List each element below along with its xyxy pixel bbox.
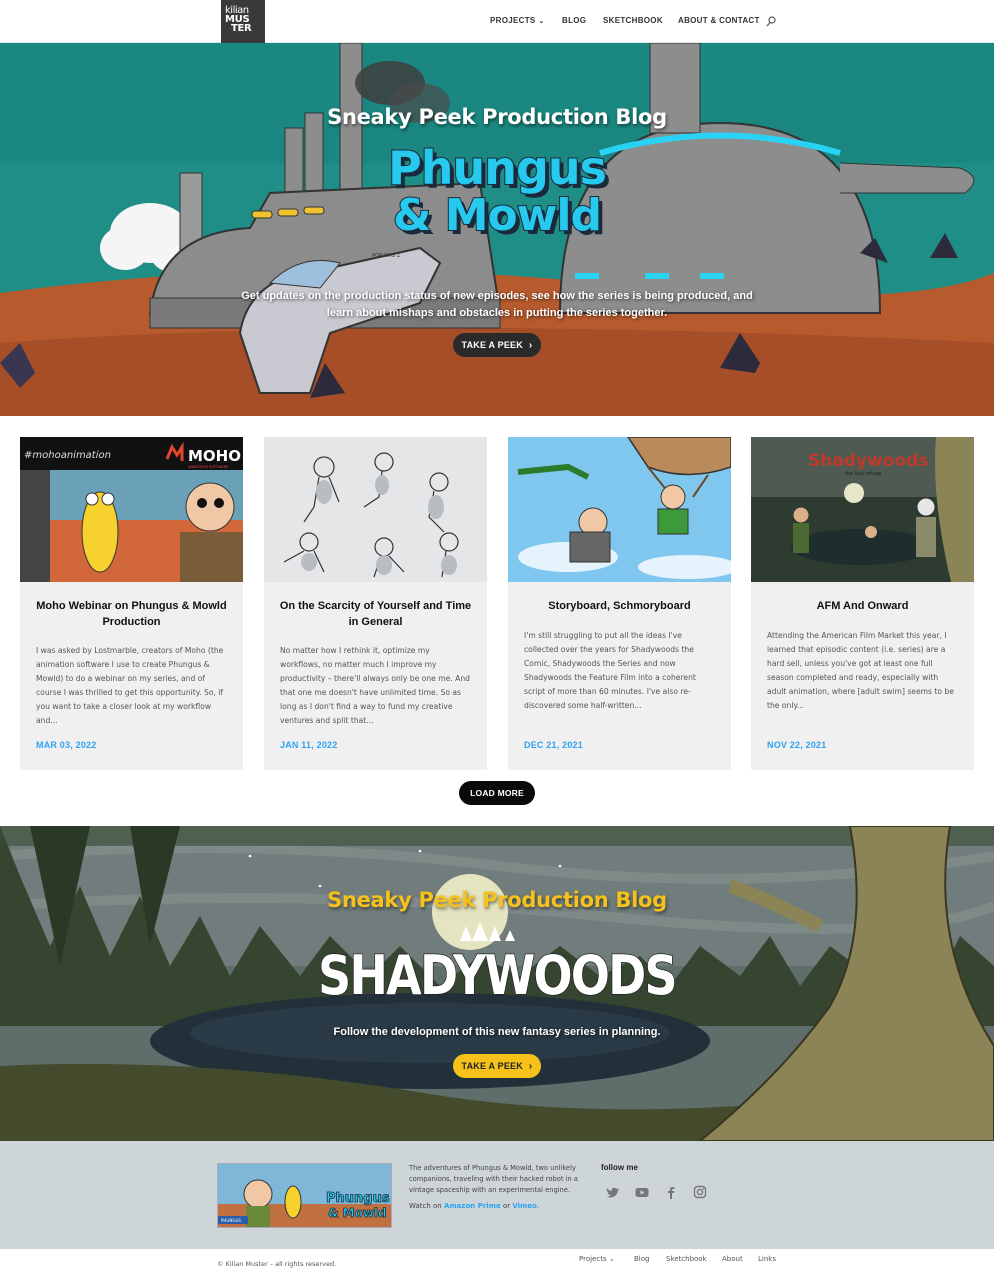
chevron-right-icon: › [528, 1060, 533, 1072]
watch-or: or [500, 1202, 513, 1210]
footer-nav-links[interactable]: Links [758, 1255, 776, 1263]
footer-widgets: PHUNGUS Phungus & Mowld The adventures o… [0, 1141, 994, 1249]
hero1-logo-line-2: & Mowld [392, 190, 603, 241]
post-date: JAN 11, 2022 [280, 740, 338, 750]
shadywoods-thumb-sub: the last refuge [845, 471, 882, 477]
post-thumbnail-storyboard[interactable] [508, 437, 731, 582]
post-card[interactable]: Storyboard, Schmoryboard I'm still strug… [508, 437, 731, 770]
hero-shadywoods: Sneaky Peek Production Blog SHADYWOODS F… [0, 826, 994, 1141]
hero1-take-a-peek-button[interactable]: TAKE A PEEK › [453, 333, 541, 357]
hero2-description: Follow the development of this new fanta… [333, 1026, 661, 1038]
post-date: NOV 22, 2021 [767, 740, 827, 750]
hero1-logo-line-1: Phungus [387, 141, 608, 195]
footer-promo-image[interactable]: PHUNGUS Phungus & Mowld [217, 1163, 392, 1228]
footer-nav-sketchbook[interactable]: Sketchbook [666, 1255, 707, 1263]
facebook-icon[interactable] [664, 1185, 678, 1199]
post-thumbnail-shadywoods[interactable]: Shadywoods the last refuge [751, 437, 974, 582]
hero1-button-label: TAKE A PEEK [461, 340, 523, 350]
shadywoods-thumb-logo: Shadywoods [808, 451, 928, 471]
footer-img-logo-1: Phungus [326, 1191, 390, 1206]
hero2-logo: SHADYWOODS [317, 943, 678, 1008]
post-excerpt: No matter how I rethink it, optimize my … [280, 646, 470, 725]
hero2-button-label: TAKE A PEEK [461, 1061, 523, 1071]
post-thumbnail-image: Shadywoods the last refuge [751, 437, 974, 582]
chevron-right-icon: › [528, 339, 533, 351]
site-header: kilian MUS TER PROJECTS ⌄ BLOG SKETCHBOOK… [0, 0, 994, 43]
post-title[interactable]: Storyboard, Schmoryboard [522, 598, 717, 614]
post-title[interactable]: On the Scarcity of Yourself and Time in … [278, 598, 473, 630]
thumb-caption: #mohoanimation [24, 450, 111, 461]
footer-about-text: The adventures of Phungus & Mowld, two u… [409, 1164, 578, 1194]
post-date: DEC 21, 2021 [524, 740, 583, 750]
watch-suffix: . [536, 1202, 540, 1210]
footer-nav-projects[interactable]: Projects ⌄ [579, 1255, 615, 1263]
moho-brand-sub: ANIMATION SOFTWARE [188, 465, 228, 469]
ship-label: PON KHO Z [372, 253, 401, 259]
twitter-icon[interactable] [606, 1185, 620, 1199]
moho-brand: MOHO [188, 447, 241, 465]
hero1-description: Get updates on the production status of … [241, 290, 753, 319]
post-excerpt: I'm still struggling to put all the idea… [524, 631, 696, 710]
footer-nav-about[interactable]: About [722, 1255, 743, 1263]
post-thumbnail-image: #mohoanimation MOHO ANIMATION SOFTWARE [20, 437, 243, 582]
site-logo[interactable]: kilian MUS TER [221, 0, 265, 43]
post-thumbnail-sketches[interactable] [264, 437, 487, 582]
footer-nav-blog[interactable]: Blog [634, 1255, 649, 1263]
footer-watch-line: Watch on Amazon Prime or Vimeo. [409, 1202, 539, 1210]
footer-img-badge: PHUNGUS [221, 1218, 241, 1223]
search-icon[interactable] [766, 16, 776, 27]
youtube-icon[interactable] [635, 1185, 649, 1199]
instagram-icon[interactable] [693, 1185, 707, 1199]
post-excerpt: Attending the American Film Market this … [767, 631, 954, 710]
follow-me-heading: follow me [601, 1163, 638, 1172]
hero2-take-a-peek-button[interactable]: TAKE A PEEK › [453, 1054, 541, 1078]
footer-promo-illustration: PHUNGUS Phungus & Mowld [218, 1164, 391, 1227]
footer-img-logo-2: & Mowld [328, 1206, 387, 1220]
post-date: MAR 03, 2022 [36, 740, 97, 750]
nav-projects[interactable]: PROJECTS ⌄ [490, 16, 545, 25]
post-card[interactable]: #mohoanimation MOHO ANIMATION SOFTWARE M… [20, 437, 243, 770]
post-excerpt: I was asked by Lostmarble, creators of M… [36, 646, 224, 725]
post-thumbnail-image [264, 437, 487, 582]
post-thumbnail-moho[interactable]: #mohoanimation MOHO ANIMATION SOFTWARE [20, 437, 243, 582]
hero1-subtitle: Sneaky Peek Production Blog [327, 105, 667, 129]
logo-line-3: TER [231, 23, 252, 34]
nav-blog[interactable]: BLOG [562, 16, 586, 25]
hero-phungus-mowld: PON KHO Z Sneaky Peek Production Blog Ph… [0, 43, 994, 416]
amazon-prime-link[interactable]: Amazon Prime [444, 1202, 501, 1210]
watch-prefix: Watch on [409, 1202, 444, 1210]
vimeo-link[interactable]: Vimeo [512, 1202, 537, 1210]
nav-sketchbook[interactable]: SKETCHBOOK [603, 16, 663, 25]
load-more-button[interactable]: LOAD MORE [459, 781, 535, 805]
post-card[interactable]: Shadywoods the last refuge AFM And Onwar… [751, 437, 974, 770]
post-card[interactable]: On the Scarcity of Yourself and Time in … [264, 437, 487, 770]
nav-projects-label: PROJECTS [490, 16, 536, 25]
footer-bottom: © Kilian Muster – all rights reserved. P… [0, 1249, 994, 1280]
copyright: © Kilian Muster – all rights reserved. [217, 1260, 337, 1268]
chevron-down-icon: ⌄ [608, 1255, 615, 1263]
post-title[interactable]: AFM And Onward [765, 598, 960, 614]
post-thumbnail-image [508, 437, 731, 582]
footer-nav-projects-label: Projects [579, 1255, 607, 1263]
nav-about-contact[interactable]: ABOUT & CONTACT [678, 16, 760, 25]
post-title[interactable]: Moho Webinar on Phungus & Mowld Producti… [34, 598, 229, 630]
chevron-down-icon: ⌄ [538, 18, 545, 25]
hero2-subtitle: Sneaky Peek Production Blog [327, 888, 667, 912]
